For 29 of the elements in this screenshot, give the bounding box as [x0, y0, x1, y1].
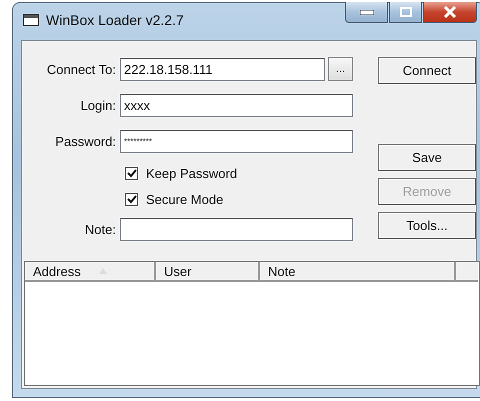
dialog-button[interactable]: Tools... [378, 212, 476, 239]
checkbox[interactable] [125, 167, 138, 180]
input-field[interactable]: 222.18.158.111 [120, 58, 325, 80]
close-icon [443, 6, 457, 18]
input-field[interactable]: xxxx [120, 94, 353, 116]
checkbox-label: Secure Mode [146, 192, 224, 207]
field-label: Password: [54, 134, 117, 148]
close-button[interactable] [423, 2, 477, 23]
window-title: WinBox Loader v2.2.7 [46, 12, 184, 28]
checkmark-icon [126, 169, 136, 178]
window-icon [23, 14, 39, 26]
input-field[interactable] [120, 218, 353, 240]
checkbox-label: Keep Password [146, 166, 238, 181]
column-header[interactable]: User [156, 262, 260, 282]
field-label: Note: [84, 222, 117, 236]
maximize-button[interactable] [389, 2, 422, 23]
field-label: Login: [80, 98, 117, 112]
dialog-button[interactable]: Save [378, 144, 476, 171]
checkbox[interactable] [125, 193, 138, 206]
password-field[interactable]: ********* [120, 130, 353, 152]
dialog-button[interactable]: Connect [378, 57, 476, 84]
column-header[interactable]: Note [260, 262, 456, 282]
minimize-icon [360, 10, 374, 14]
checkmark-icon [126, 195, 136, 204]
minimize-button[interactable] [345, 2, 388, 23]
browse-button[interactable]: ... [328, 57, 353, 81]
column-header[interactable]: Address [25, 262, 156, 282]
maximize-icon [400, 7, 412, 17]
field-label: Connect To: [46, 62, 117, 76]
